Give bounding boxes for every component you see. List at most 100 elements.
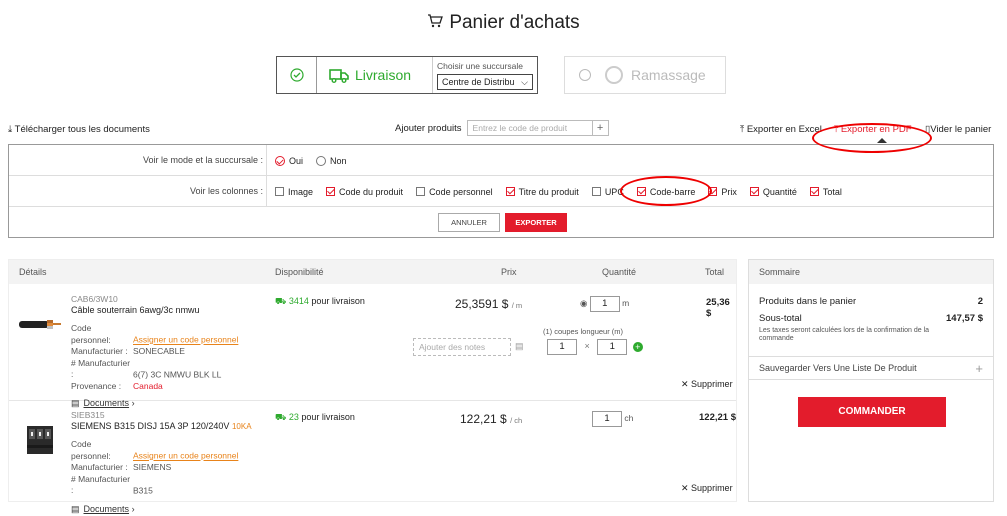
column-option[interactable]: Total [809,186,842,197]
mfr-number-value: B315 [133,485,153,495]
add-products: Ajouter produits Entrez le code de produ… [395,120,609,136]
radio-checked-icon [275,155,285,166]
mode-no[interactable]: Non [316,155,347,166]
meta-key: Provenance : [71,380,122,391]
annotation-ellipse [812,123,932,153]
line-total: 25,36 $ [706,297,730,319]
pickup-radio[interactable] [579,69,591,81]
add-products-label: Ajouter produits [395,122,462,134]
meta-key: Code personnel: [71,323,111,345]
manufacturer-value: SIEMENS [133,462,172,472]
notes-input[interactable]: Ajouter des notes [413,338,511,356]
header-quantity: Quantité [602,267,637,277]
subtotal-row: Sous-total 147,57 $ [759,313,983,324]
stock-text: pour livraison [301,412,355,422]
branch-selector: Choisir une succursale Centre de Distrib… [433,57,537,93]
documents-link[interactable]: ▤ Documents › [71,504,271,515]
column-option[interactable]: Image [275,186,313,197]
page-title: Panier d'achats [0,12,1007,34]
delete-button[interactable]: ✕ Supprimer [681,379,733,390]
tax-note: Les taxes seront calculées lors de la co… [759,327,930,342]
cart-table: Détails Disponibilité Prix Quantité Tota… [8,259,737,514]
product-image [19,317,63,333]
mode-label: Voir le mode et la succursale : [142,155,263,165]
price-value: 122,21 $ [460,412,507,426]
column-option-label: Code personnel [429,186,493,197]
order-button[interactable]: COMMANDER [798,397,946,427]
column-option[interactable]: UPC [591,186,624,197]
save-to-list[interactable]: Sauvegarder Vers Une Liste De Produit + [749,356,993,380]
mode-no-text: Non [330,155,347,166]
product-code-input[interactable]: Entrez le code de produit [466,120,593,136]
export-button[interactable]: EXPORTER [505,213,567,232]
column-option[interactable]: Prix [708,186,737,197]
delivery-option[interactable]: Livraison Choisir une succursale Centre … [276,56,538,94]
mode-options: Oui Non [266,145,360,176]
column-option-label: Total [822,186,842,197]
save-list-text: Sauvegarder Vers Une Liste De Produit [759,363,917,373]
product-name-suffix: 10KA [231,422,252,431]
add-product-button[interactable]: + [592,120,609,136]
checkbox-checked-icon [809,186,819,196]
download-all-link[interactable]: ⤓ Télécharger tous les documents [8,124,150,135]
column-option[interactable]: Quantité [749,186,797,197]
cancel-button[interactable]: ANNULER [438,213,500,232]
column-option-label: Quantité [762,186,797,197]
branch-select[interactable]: Centre de Distribu ⌵ [437,74,533,90]
empty-cart-text: Vider le panier [930,124,992,135]
item-details: CAB6/3W10 Câble souterrain 6awg/3c nmwu … [71,294,271,409]
columns-label: Voir les colonnes : [189,186,263,196]
livraison-label[interactable]: Livraison [317,57,433,93]
empty-cart-link[interactable]: ▯Vider le panier [925,124,991,135]
availability: ⛟ 3414 pour livraison [275,296,365,308]
stock-count: 3414 [288,296,309,306]
pickup-option[interactable]: Ramassage [564,56,726,94]
product-sku: SIEB315 [71,410,105,420]
meta-key: # Manufacturier : [71,357,131,380]
delete-text: Supprimer [691,379,733,389]
documents-text: Documents [83,503,130,514]
meta-key: Manufacturier : [71,346,128,356]
products-count-row: Produits dans le panier 2 [759,296,983,307]
price-value: 25,3591 $ [455,297,509,311]
subtotal-label: Sous-total [759,313,802,324]
table-header: Détails Disponibilité Prix Quantité Tota… [9,260,736,284]
column-option[interactable]: Code du produit [326,186,403,197]
header-price: Prix [501,267,517,277]
product-name[interactable]: SIEMENS B315 DISJ 15A 3P 120/240V 10KA [71,421,271,431]
checkbox-icon [416,186,426,196]
page-title-text: Panier d'achats [449,12,580,33]
mode-yes-text: Oui [289,155,304,166]
meta-key: Code personnel: [71,439,111,461]
export-excel-link[interactable]: ⤒ Exporter en Excel [740,124,822,135]
annotation-ellipse [620,176,712,206]
mode-yes[interactable]: Oui [275,155,304,166]
delete-button[interactable]: ✕ Supprimer [681,483,733,494]
product-name[interactable]: Câble souterrain 6awg/3c nmwu [71,305,271,315]
document-icon: ▤ [71,503,80,514]
truck-icon: ⛟ [275,296,289,306]
header-availability: Disponibilité [275,267,324,277]
upload-icon: ⤒ [740,124,747,135]
coupes-label: (1) coupes longueur (m) [543,327,624,336]
length-input[interactable]: 1 [597,339,628,355]
column-option[interactable]: Titre du produit [505,186,579,197]
cuts-input[interactable]: 1 [547,339,577,355]
assign-code-link[interactable]: Assigner un code personnel [133,335,238,345]
quantity-input[interactable]: 1 [592,411,622,427]
assign-code-link[interactable]: Assigner un code personnel [133,451,238,461]
add-cut-icon[interactable]: + [632,342,643,352]
quantity-cell: ◉ 1 m [580,296,629,312]
quantity-input[interactable]: 1 [589,296,620,312]
livraison-text: Livraison [355,67,412,83]
columns-row: Voir les colonnes : Image Code du produi… [9,176,993,207]
column-option-label: Prix [721,186,737,197]
unit-price: 122,21 $ / ch [460,412,522,426]
column-option[interactable]: Code personnel [416,186,493,197]
price-unit: / ch [510,416,523,425]
unit-price: 25,3591 $ / m [455,297,522,311]
checkbox-icon [275,186,284,196]
line-total: 122,21 $ [699,412,736,423]
note-icon[interactable]: ▤ [515,341,524,352]
product-sku: CAB6/3W10 [71,294,118,304]
